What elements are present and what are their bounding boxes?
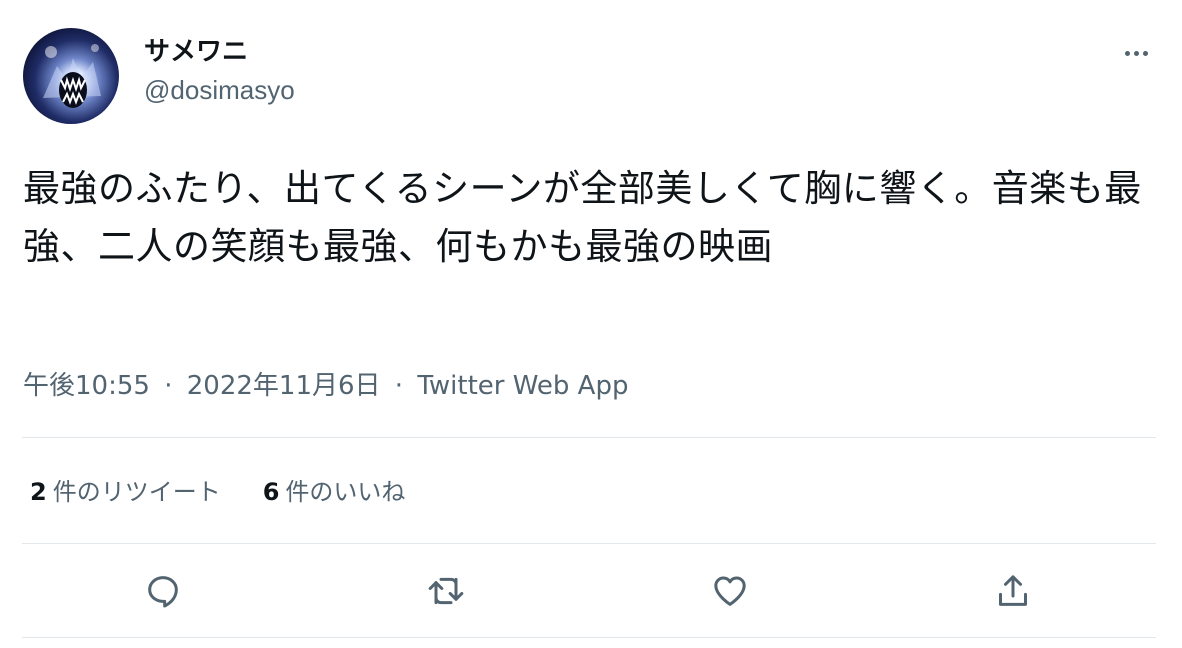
more-icon-dot [1142,50,1148,56]
like-button[interactable] [705,566,755,616]
retweets-count: 2 [30,478,47,506]
likes-count: 6 [262,478,280,506]
share-icon [999,575,1027,606]
divider [22,637,1156,638]
likes-label: 件のいいね [285,478,406,506]
retweet-button[interactable] [421,566,471,616]
tweet-card: サメワニ @dosimasyo 最強のふたり、出てくるシーンが全部美しくて胸に響… [0,0,1182,648]
tweet-text: 最強のふたり、出てくるシーンが全部美しくて胸に響く。音楽も最強、二人の笑顔も最強… [23,167,1142,268]
more-icon-dot [1133,50,1139,56]
reply-icon [148,576,178,608]
reply-button[interactable] [138,566,188,616]
heart-icon [714,576,746,606]
more-icon-dot [1124,50,1130,56]
action-bar [0,566,1182,620]
tweet-meta: 午後10:55 · 2022年11月6日 · Twitter Web App [23,368,628,404]
tweet-time[interactable]: 午後10:55 [23,371,150,401]
divider [22,543,1156,544]
retweets-stat[interactable]: 2 件のリツイート [30,474,221,510]
meta-separator: · [164,371,173,401]
display-name[interactable]: サメワニ [144,32,295,72]
meta-separator: · [394,371,404,401]
retweets-label: 件のリツイート [52,478,221,506]
tweet-stats: 2 件のリツイート 6 件のいいね [30,474,405,510]
avatar[interactable] [23,28,119,124]
user-handle[interactable]: @dosimasyo [144,72,295,108]
more-button[interactable] [1116,38,1156,68]
avatar-image [43,44,101,108]
share-button[interactable] [988,566,1038,616]
divider [22,437,1156,438]
likes-stat[interactable]: 6 件のいいね [263,474,406,510]
tweet-date[interactable]: 2022年11月6日 [187,371,381,401]
tweet-source[interactable]: Twitter Web App [417,371,628,401]
user-info: サメワニ @dosimasyo [144,32,295,108]
retweet-icon [428,577,464,605]
